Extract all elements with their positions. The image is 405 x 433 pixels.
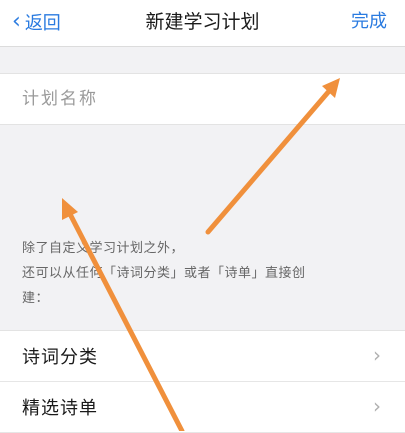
hint-line-1: 除了自定义学习计划之外， [22, 241, 185, 256]
list-item-label: 诗词分类 [22, 347, 98, 368]
list-item-label: 精选诗单 [22, 398, 98, 419]
list-item-selected-poem-list[interactable]: 精选诗单 › [0, 382, 405, 433]
hint-line-2: 还可以从任何「诗词分类」或者「诗单」直接创 [22, 266, 306, 281]
list-item-poem-category[interactable]: 诗词分类 › [0, 331, 405, 382]
plan-name-cell [0, 73, 405, 125]
plan-name-input[interactable] [22, 84, 382, 114]
option-list: 诗词分类 › 精选诗单 › [0, 330, 405, 433]
navigation-bar: ‹ 返回 新建学习计划 完成 [0, 0, 405, 47]
hint-text: 除了自定义学习计划之外， 还可以从任何「诗词分类」或者「诗单」直接创 建： [22, 236, 392, 311]
hint-line-3: 建： [22, 291, 50, 306]
done-button[interactable]: 完成 [351, 8, 387, 36]
chevron-right-icon: › [373, 343, 381, 367]
chevron-right-icon: › [373, 394, 381, 418]
page-title: 新建学习计划 [145, 11, 260, 33]
